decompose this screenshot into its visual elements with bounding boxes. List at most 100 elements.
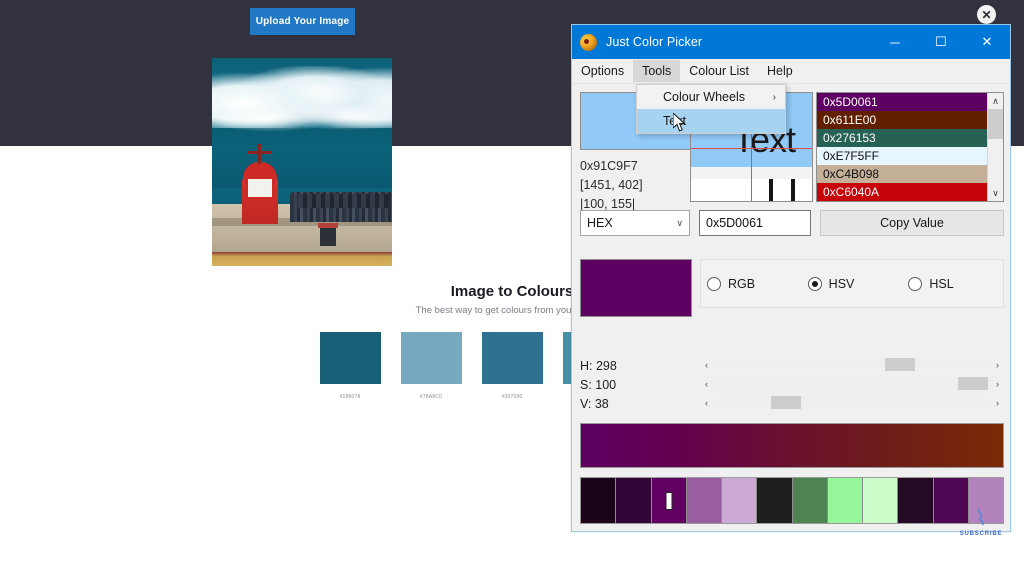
palette-swatch-1[interactable]: #186078	[319, 332, 381, 400]
colour-list-row[interactable]: 0x276153	[817, 129, 987, 147]
slider-left-icon[interactable]: ‹	[700, 360, 713, 370]
dna-icon: ⌇	[973, 506, 989, 531]
strip-swatch[interactable]	[722, 478, 758, 523]
strip-swatch[interactable]	[686, 478, 722, 523]
screen: Upload Your Image Image to Colours The b…	[0, 0, 1024, 576]
strip-swatch[interactable]	[616, 478, 652, 523]
copy-value-button[interactable]: Copy Value	[820, 210, 1004, 236]
colour-swatch-strip[interactable]	[580, 477, 1004, 524]
channel-s-slider[interactable]: ‹ ›	[700, 377, 1004, 390]
colour-list-row[interactable]: 0x611E00	[817, 111, 987, 129]
scrollbar-track[interactable]	[988, 139, 1003, 185]
menu-colour-list[interactable]: Colour List	[680, 60, 758, 82]
channel-v-label: V: 38	[580, 397, 609, 411]
radio-icon	[908, 276, 923, 291]
channel-v-slider[interactable]: ‹ ›	[700, 396, 1004, 409]
palette-chip[interactable]	[319, 332, 381, 384]
trash-bin	[320, 226, 336, 246]
strip-swatch[interactable]	[757, 478, 793, 523]
app-logo-icon	[580, 33, 597, 51]
window-title: Just Color Picker	[606, 35, 703, 49]
strip-swatch[interactable]	[792, 478, 828, 523]
menu-tools[interactable]: Tools	[633, 60, 681, 82]
uploaded-photo[interactable]	[212, 58, 392, 266]
wave-secondary-foam	[212, 104, 392, 134]
picked-colour-readout: 0x91C9F7 [1451, 402] |100, 155|	[580, 157, 695, 214]
magnifier-glyph-stroke	[769, 179, 773, 201]
trash-bin-lid	[318, 223, 338, 228]
menu-help[interactable]: Help	[758, 60, 802, 82]
palette-chip[interactable]	[400, 332, 462, 384]
minimize-icon[interactable]: ─	[872, 25, 918, 59]
colour-list-box[interactable]: 0x5D0061 0x611E00 0x276153 0xE7F5FF 0xC4…	[816, 92, 1004, 202]
selected-colour-swatch[interactable]	[580, 259, 692, 317]
radio-label: RGB	[728, 276, 756, 291]
slider-track[interactable]	[713, 396, 991, 409]
photo-content	[212, 58, 392, 266]
colour-format-value: HEX	[587, 216, 613, 230]
palette-swatch-3[interactable]: #307090	[481, 332, 543, 400]
strip-swatch[interactable]	[898, 478, 934, 523]
window-controls: ─ ☐ ✕	[872, 25, 1010, 59]
magnifier-glyph-stroke	[791, 179, 795, 201]
channel-s-label: S: 100	[580, 378, 617, 392]
channel-h-slider[interactable]: ‹ ›	[700, 358, 1004, 371]
palette-swatch-2[interactable]: #78A8C0	[400, 332, 462, 400]
colour-list-value: 0xC4B098	[823, 167, 880, 181]
menu-options[interactable]: Options	[572, 60, 633, 82]
upload-your-image-button[interactable]: Upload Your Image	[250, 8, 355, 35]
strip-swatch[interactable]	[863, 478, 899, 523]
slider-left-icon[interactable]: ‹	[700, 379, 713, 389]
palette-hex-label: #307090	[501, 394, 523, 400]
subscribe-label: SUBSCRIBE	[959, 531, 1003, 537]
slider-right-icon[interactable]: ›	[991, 360, 1004, 370]
slider-right-icon[interactable]: ›	[991, 398, 1004, 408]
radio-label: HSL	[929, 276, 954, 291]
colour-list-scrollbar[interactable]: ∧ ∨	[987, 93, 1003, 201]
slider-thumb[interactable]	[957, 377, 988, 390]
menu-item-label: Colour Wheels	[663, 90, 745, 104]
strip-swatch[interactable]	[581, 478, 617, 523]
maximize-icon[interactable]: ☐	[918, 25, 964, 59]
colour-list-value: 0x611E00	[823, 113, 877, 127]
colour-format-select[interactable]: HEX ∨	[580, 210, 690, 236]
scroll-down-icon[interactable]: ∨	[988, 185, 1003, 201]
channel-h-label: H: 298	[580, 359, 617, 373]
strip-swatch[interactable]	[827, 478, 863, 523]
tools-dropdown-menu: Colour Wheels › Text	[636, 84, 786, 134]
mouse-cursor-icon	[673, 113, 686, 132]
pier-base	[212, 252, 392, 266]
close-icon[interactable]: ✕	[977, 5, 996, 24]
menu-item-colour-wheels[interactable]: Colour Wheels ›	[637, 85, 785, 109]
colour-list-row[interactable]: 0x5D0061	[817, 93, 987, 111]
palette-chip[interactable]	[481, 332, 543, 384]
colour-list-row[interactable]: 0xC6040A	[817, 183, 987, 201]
chevron-down-icon: ∨	[676, 217, 683, 228]
lighthouse-lantern-room	[245, 176, 275, 200]
submenu-arrow-icon: ›	[772, 91, 776, 103]
radio-rgb[interactable]: RGB	[701, 276, 802, 291]
colour-gradient-strip[interactable]	[580, 423, 1004, 468]
colour-list-row[interactable]: 0xE7F5FF	[817, 147, 987, 165]
colour-list-row[interactable]: 0xC4B098	[817, 165, 987, 183]
radio-icon	[807, 276, 822, 291]
lighthouse-mast	[258, 144, 261, 164]
colour-list-value: 0xC6040A	[823, 185, 880, 199]
slider-right-icon[interactable]: ›	[991, 379, 1004, 389]
colour-value-input[interactable]: 0x5D0061	[699, 210, 811, 236]
scroll-up-icon[interactable]: ∧	[988, 93, 1003, 109]
slider-thumb[interactable]	[885, 358, 916, 371]
slider-thumb[interactable]	[771, 396, 802, 409]
strip-swatch-selected[interactable]	[651, 478, 687, 523]
radio-hsv[interactable]: HSV	[802, 276, 903, 291]
scrollbar-thumb[interactable]	[988, 109, 1003, 139]
menu-item-text[interactable]: Text	[637, 109, 785, 133]
colour-list-items: 0x5D0061 0x611E00 0x276153 0xE7F5FF 0xC4…	[817, 93, 987, 201]
close-window-icon[interactable]: ✕	[964, 25, 1010, 59]
radio-hsl[interactable]: HSL	[902, 276, 1003, 291]
window-titlebar[interactable]: Just Color Picker ─ ☐ ✕	[572, 25, 1010, 59]
slider-track[interactable]	[713, 358, 991, 371]
slider-left-icon[interactable]: ‹	[700, 398, 713, 408]
slider-track[interactable]	[713, 377, 991, 390]
colour-list-value: 0x276153	[823, 131, 876, 145]
